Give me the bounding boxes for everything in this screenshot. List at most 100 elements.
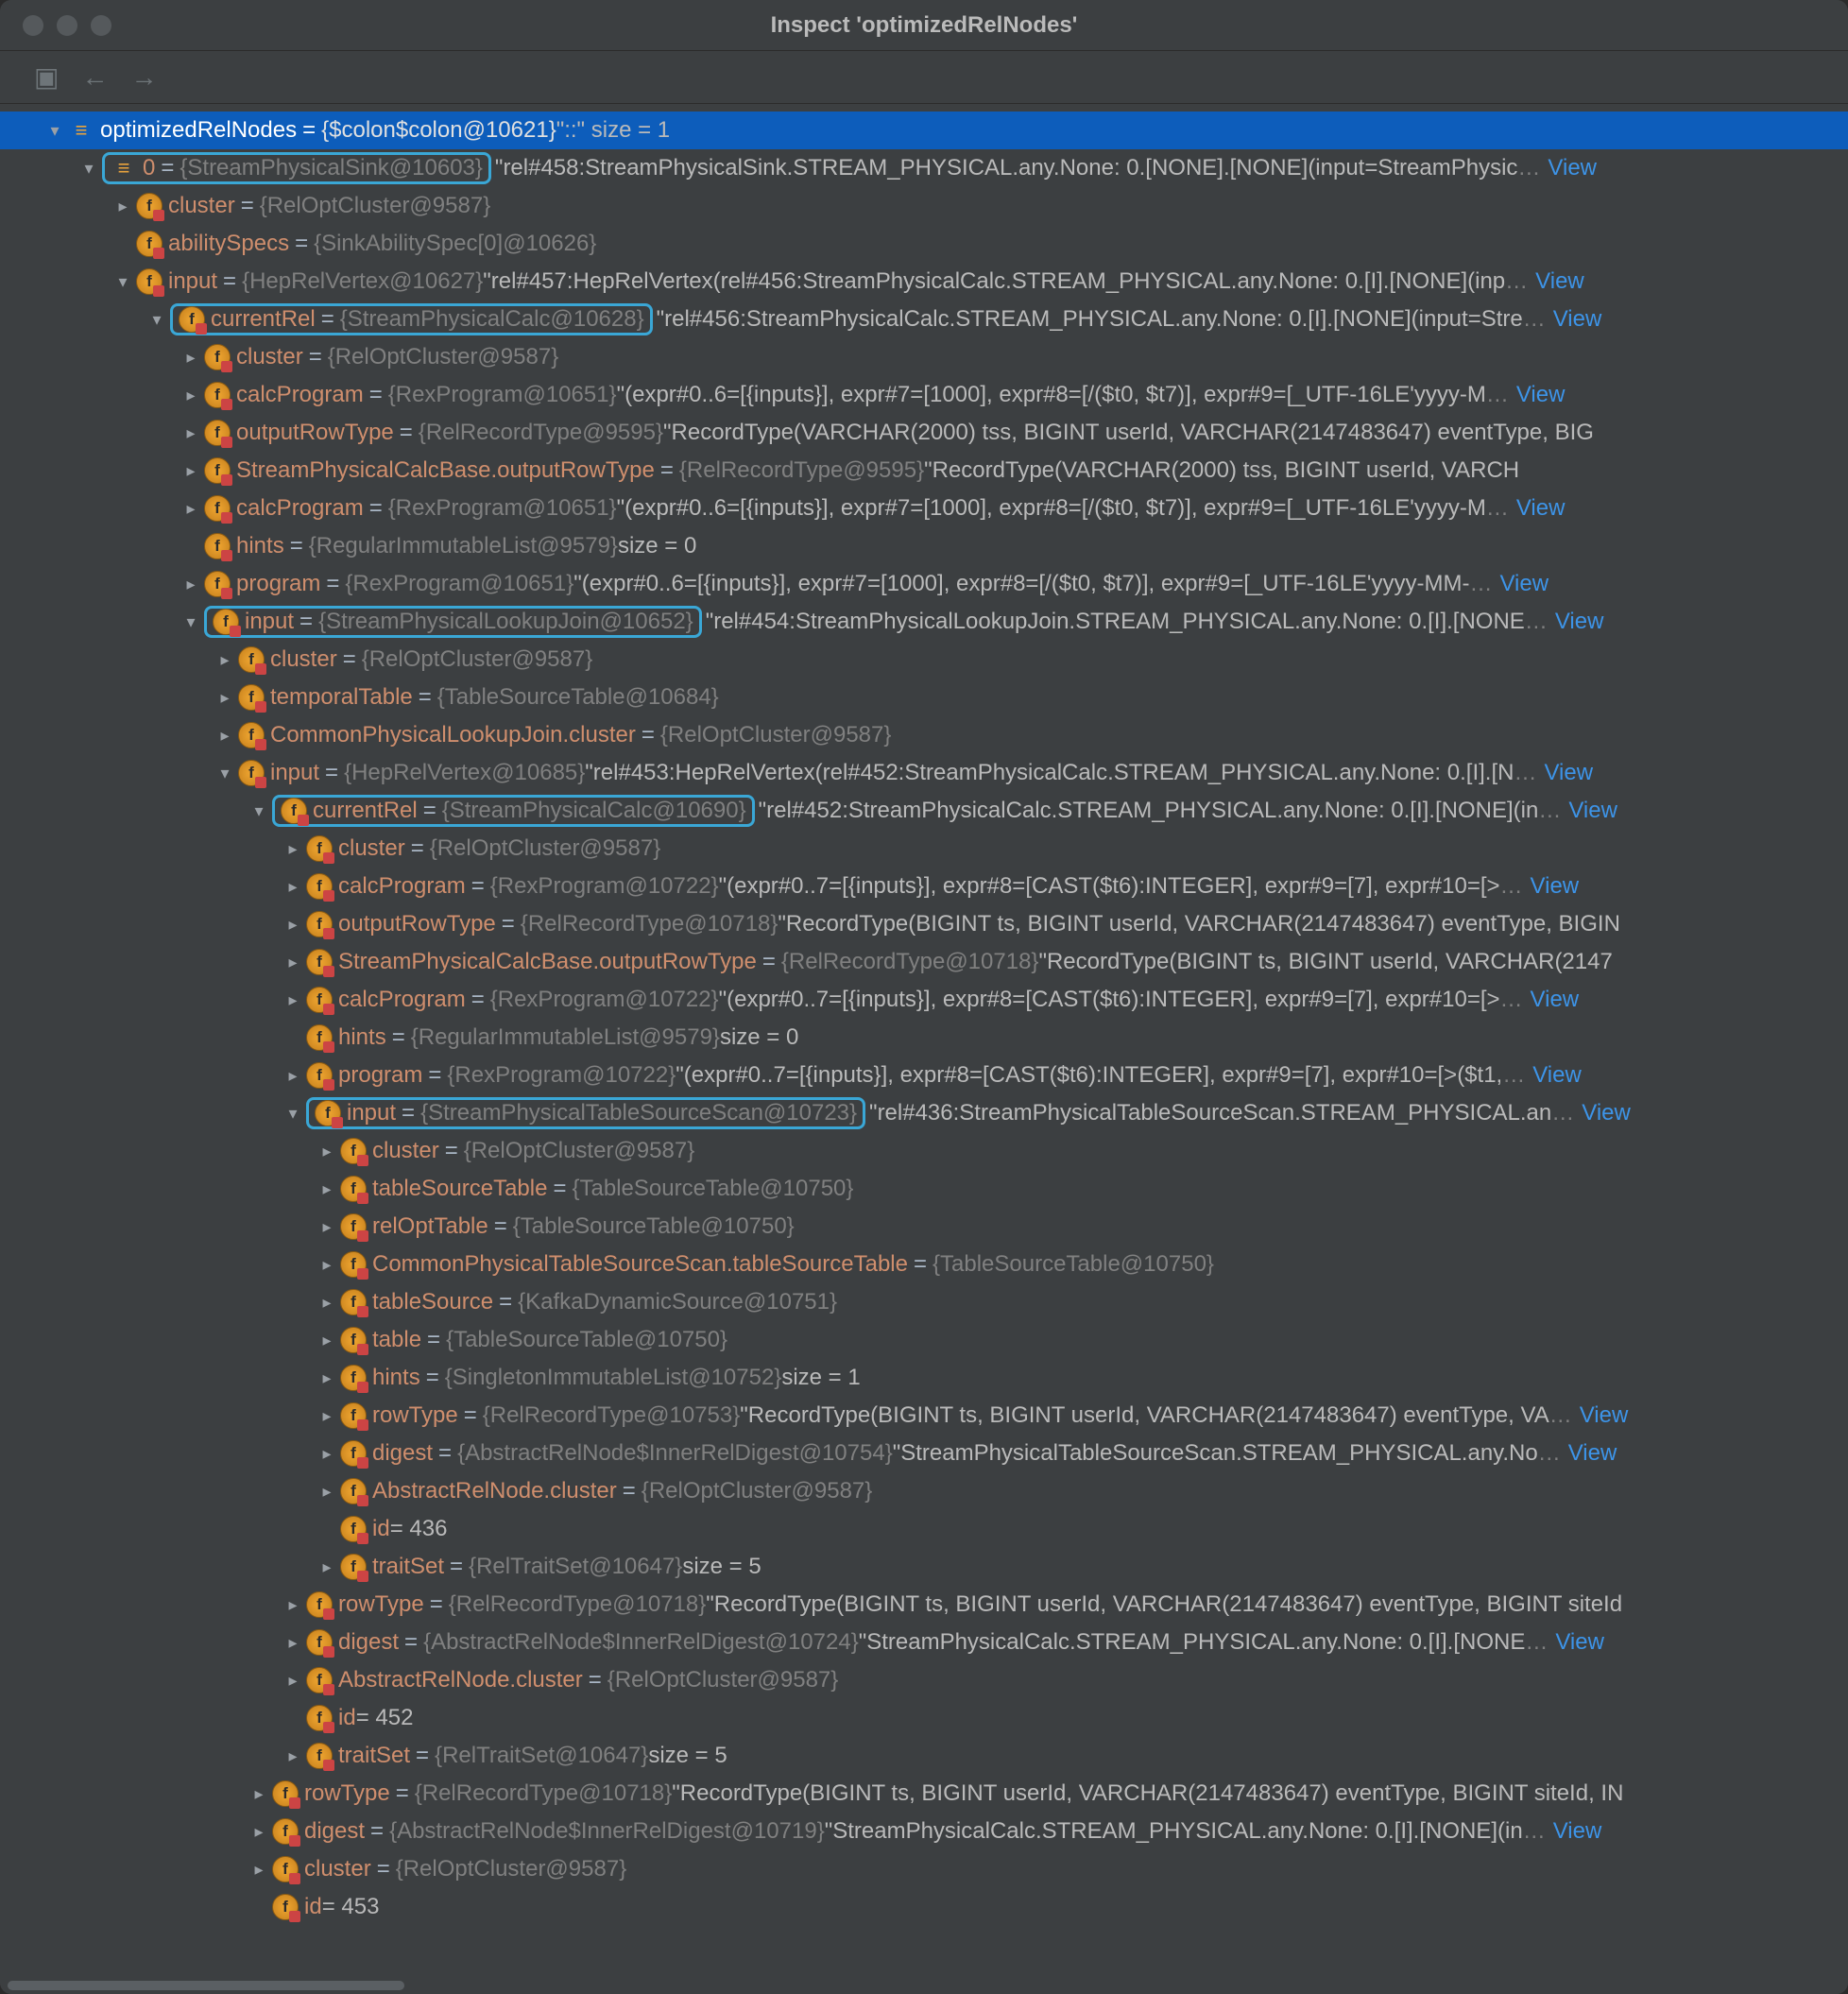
tree-row[interactable]: ▸temporalTable = {TableSourceTable@10684… (0, 679, 1848, 716)
tree-row[interactable]: ▸rowType = {RelRecordType@10718} "Record… (0, 1775, 1848, 1813)
chevron-right-icon[interactable]: ▸ (280, 1746, 306, 1766)
chevron-right-icon[interactable]: ▸ (178, 348, 204, 368)
tree-row[interactable]: ▸AbstractRelNode.cluster = {RelOptCluste… (0, 1472, 1848, 1510)
chevron-right-icon[interactable]: ▸ (178, 386, 204, 405)
tree-row[interactable]: ▾input = {StreamPhysicalTableSourceScan@… (0, 1094, 1848, 1132)
tree-row[interactable]: ▸calcProgram = {RexProgram@10722} "(expr… (0, 981, 1848, 1019)
view-link[interactable]: View (1516, 382, 1566, 408)
view-link[interactable]: View (1553, 306, 1602, 333)
tree-row[interactable]: ▸cluster = {RelOptCluster@9587} (0, 830, 1848, 868)
tree-row[interactable]: ▸cluster = {RelOptCluster@9587} (0, 1850, 1848, 1888)
tree-row[interactable]: ▸digest = {AbstractRelNode$InnerRelDiges… (0, 1624, 1848, 1661)
tree-row[interactable]: ▸rowType = {RelRecordType@10718} "Record… (0, 1586, 1848, 1624)
chevron-right-icon[interactable]: ▸ (280, 1633, 306, 1653)
chevron-right-icon[interactable]: ▸ (110, 197, 136, 216)
tree-row[interactable]: ▸outputRowType = {RelRecordType@10718} "… (0, 905, 1848, 943)
tree-row[interactable]: ▸cluster = {RelOptCluster@9587} (0, 641, 1848, 679)
tree-row[interactable]: ▸id = 436 (0, 1510, 1848, 1548)
tree-row[interactable]: ▸cluster = {RelOptCluster@9587} (0, 187, 1848, 225)
chevron-right-icon[interactable]: ▸ (314, 1482, 340, 1502)
chevron-right-icon[interactable]: ▸ (314, 1331, 340, 1350)
tree-row[interactable]: ▸abilitySpecs = {SinkAbilitySpec[0]@1062… (0, 225, 1848, 263)
tree-row[interactable]: ▾currentRel = {StreamPhysicalCalc@10690}… (0, 792, 1848, 830)
view-link[interactable]: View (1568, 1440, 1617, 1467)
view-link[interactable]: View (1553, 1818, 1602, 1845)
tree-row[interactable]: ▸CommonPhysicalLookupJoin.cluster = {Rel… (0, 716, 1848, 754)
back-icon[interactable]: ← (81, 62, 108, 93)
chevron-right-icon[interactable]: ▸ (280, 953, 306, 972)
chevron-right-icon[interactable]: ▸ (314, 1368, 340, 1388)
chevron-right-icon[interactable]: ▸ (314, 1217, 340, 1237)
tree-row[interactable]: ▾≡optimizedRelNodes = {$colon$colon@1062… (0, 112, 1848, 149)
tree-row[interactable]: ▾input = {HepRelVertex@10685} "rel#453:H… (0, 754, 1848, 792)
tree-row[interactable]: ▸traitSet = {RelTraitSet@10647} size = 5 (0, 1737, 1848, 1775)
chevron-right-icon[interactable]: ▸ (280, 915, 306, 935)
chevron-right-icon[interactable]: ▸ (280, 877, 306, 897)
chevron-down-icon[interactable]: ▾ (110, 272, 136, 292)
project-icon[interactable]: ▣ (34, 61, 59, 93)
tree-row[interactable]: ▸rowType = {RelRecordType@10753} "Record… (0, 1397, 1848, 1435)
chevron-right-icon[interactable]: ▸ (280, 990, 306, 1010)
view-link[interactable]: View (1532, 1062, 1582, 1089)
tree-row[interactable]: ▸digest = {AbstractRelNode$InnerRelDiges… (0, 1813, 1848, 1850)
chevron-right-icon[interactable]: ▸ (178, 499, 204, 519)
chevron-right-icon[interactable]: ▸ (314, 1557, 340, 1577)
chevron-down-icon[interactable]: ▾ (76, 159, 102, 179)
view-link[interactable]: View (1535, 268, 1584, 295)
chevron-right-icon[interactable]: ▸ (280, 839, 306, 859)
chevron-right-icon[interactable]: ▸ (212, 726, 238, 746)
tree-row[interactable]: ▾input = {StreamPhysicalLookupJoin@10652… (0, 603, 1848, 641)
chevron-right-icon[interactable]: ▸ (178, 575, 204, 594)
tree-row[interactable]: ▸hints = {RegularImmutableList@9579} siz… (0, 1019, 1848, 1057)
view-link[interactable]: View (1531, 987, 1580, 1013)
tree-row[interactable]: ▸table = {TableSourceTable@10750} (0, 1321, 1848, 1359)
tree-row[interactable]: ▸digest = {AbstractRelNode$InnerRelDiges… (0, 1435, 1848, 1472)
chevron-right-icon[interactable]: ▸ (178, 423, 204, 443)
tree-row[interactable]: ▸CommonPhysicalTableSourceScan.tableSour… (0, 1246, 1848, 1283)
chevron-right-icon[interactable]: ▸ (314, 1444, 340, 1464)
tree-row[interactable]: ▾input = {HepRelVertex@10627} "rel#457:H… (0, 263, 1848, 301)
chevron-down-icon[interactable]: ▾ (212, 764, 238, 783)
tree-row[interactable]: ▾≡0 = {StreamPhysicalSink@10603}"rel#458… (0, 149, 1848, 187)
chevron-right-icon[interactable]: ▸ (314, 1293, 340, 1313)
view-link[interactable]: View (1582, 1100, 1631, 1126)
view-link[interactable]: View (1548, 155, 1597, 181)
tree-row[interactable]: ▸cluster = {RelOptCluster@9587} (0, 1132, 1848, 1170)
view-link[interactable]: View (1544, 760, 1593, 786)
scrollbar-thumb[interactable] (8, 1981, 404, 1990)
view-link[interactable]: View (1580, 1402, 1629, 1429)
view-link[interactable]: View (1555, 609, 1604, 635)
chevron-right-icon[interactable]: ▸ (178, 461, 204, 481)
chevron-down-icon[interactable]: ▾ (280, 1104, 306, 1124)
forward-icon[interactable]: → (130, 62, 157, 93)
tree-row[interactable]: ▸hints = {SingletonImmutableList@10752} … (0, 1359, 1848, 1397)
chevron-right-icon[interactable]: ▸ (246, 1860, 272, 1880)
chevron-right-icon[interactable]: ▸ (314, 1255, 340, 1275)
tree-row[interactable]: ▸program = {RexProgram@10651} "(expr#0..… (0, 565, 1848, 603)
chevron-right-icon[interactable]: ▸ (314, 1179, 340, 1199)
tree-row[interactable]: ▸tableSource = {KafkaDynamicSource@10751… (0, 1283, 1848, 1321)
chevron-right-icon[interactable]: ▸ (280, 1671, 306, 1691)
chevron-down-icon[interactable]: ▾ (246, 801, 272, 821)
tree-row[interactable]: ▸calcProgram = {RexProgram@10651} "(expr… (0, 376, 1848, 414)
tree-view[interactable]: ▾≡optimizedRelNodes = {$colon$colon@1062… (0, 104, 1848, 1977)
tree-row[interactable]: ▸calcProgram = {RexProgram@10722} "(expr… (0, 868, 1848, 905)
view-link[interactable]: View (1555, 1629, 1604, 1656)
chevron-down-icon[interactable]: ▾ (42, 121, 68, 141)
chevron-right-icon[interactable]: ▸ (314, 1142, 340, 1161)
chevron-down-icon[interactable]: ▾ (144, 310, 170, 330)
chevron-right-icon[interactable]: ▸ (246, 1784, 272, 1804)
tree-row[interactable]: ▸AbstractRelNode.cluster = {RelOptCluste… (0, 1661, 1848, 1699)
view-link[interactable]: View (1531, 873, 1580, 900)
view-link[interactable]: View (1499, 571, 1549, 597)
tree-row[interactable]: ▸cluster = {RelOptCluster@9587} (0, 338, 1848, 376)
tree-row[interactable]: ▾currentRel = {StreamPhysicalCalc@10628}… (0, 301, 1848, 338)
chevron-right-icon[interactable]: ▸ (212, 688, 238, 708)
chevron-right-icon[interactable]: ▸ (246, 1822, 272, 1842)
tree-row[interactable]: ▸calcProgram = {RexProgram@10651} "(expr… (0, 490, 1848, 527)
chevron-right-icon[interactable]: ▸ (280, 1066, 306, 1086)
chevron-right-icon[interactable]: ▸ (314, 1406, 340, 1426)
tree-row[interactable]: ▸tableSourceTable = {TableSourceTable@10… (0, 1170, 1848, 1208)
view-link[interactable]: View (1516, 495, 1566, 522)
tree-row[interactable]: ▸outputRowType = {RelRecordType@9595} "R… (0, 414, 1848, 452)
